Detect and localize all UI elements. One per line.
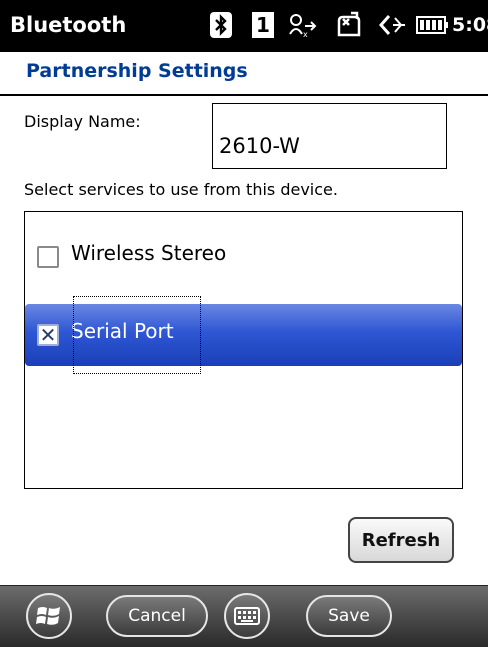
display-name-label: Display Name: [24, 112, 141, 131]
wireless-stereo-checkbox[interactable] [37, 246, 59, 268]
display-name-field[interactable]: 2610-W [212, 103, 447, 169]
windows-logo-icon [36, 607, 60, 625]
service-item-wireless-stereo[interactable]: Wireless Stereo [25, 226, 462, 286]
app-title: Bluetooth [10, 13, 127, 37]
focus-outline [73, 296, 201, 374]
phone-missed-icon[interactable] [331, 10, 367, 40]
service-list[interactable]: Wireless Stereo ✕ Serial Port [24, 211, 463, 489]
volume-icon[interactable] [374, 10, 408, 40]
refresh-button[interactable]: Refresh [348, 517, 454, 563]
keyboard-icon [234, 607, 260, 625]
sim-icon: 1 [250, 10, 276, 40]
cancel-button[interactable]: Cancel [106, 595, 208, 637]
services-label: Select services to use from this device. [24, 180, 338, 199]
svg-text:x: x [303, 30, 308, 38]
battery-icon[interactable] [416, 10, 448, 40]
keyboard-button[interactable] [224, 593, 270, 639]
checkmark-icon: ✕ [39, 323, 57, 347]
service-item-serial-port[interactable]: ✕ Serial Port [25, 296, 462, 374]
clock[interactable]: 5:08 [452, 14, 488, 36]
title-divider [0, 94, 488, 96]
status-bar: Bluetooth 1 x 5:0 [0, 0, 488, 52]
network-data-icon[interactable]: x [286, 10, 322, 40]
service-label: Wireless Stereo [71, 241, 227, 265]
serial-port-checkbox[interactable]: ✕ [37, 323, 59, 347]
save-button[interactable]: Save [306, 595, 392, 637]
sim-indicator: 1 [252, 12, 274, 38]
page-title: Partnership Settings [26, 60, 248, 82]
bottom-bar: Cancel Save [0, 585, 488, 647]
start-button[interactable] [26, 593, 72, 639]
bluetooth-icon[interactable] [208, 10, 234, 40]
